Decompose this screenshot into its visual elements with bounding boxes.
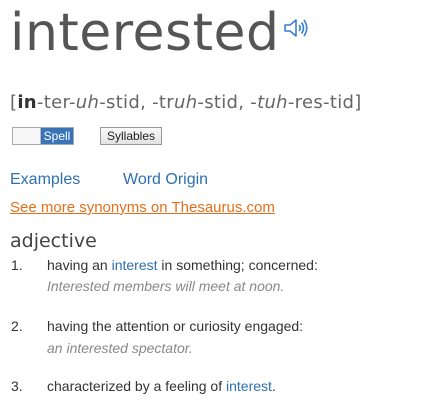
definition-text: having an interest in something; concern… (47, 257, 318, 273)
definition-number: 1. (11, 257, 23, 273)
definition-number: 2. (11, 318, 23, 334)
interest-link[interactable]: interest (226, 378, 272, 394)
definition-example: an interested spectator. (47, 340, 193, 356)
examples-link[interactable]: Examples (10, 171, 80, 189)
definition-text: having the attention or curiosity engage… (47, 318, 304, 334)
pronunciation: [in-ter-uh-stid, -truh-stid, -tuh-res-ti… (10, 92, 362, 113)
toggle-knob (13, 128, 41, 144)
spell-toggle-label: Spell (41, 128, 73, 144)
interest-link[interactable]: interest (112, 257, 158, 273)
syllables-button[interactable]: Syllables (100, 127, 162, 145)
headword: interested (10, 3, 280, 63)
word-origin-link[interactable]: Word Origin (123, 171, 208, 189)
definition-text: characterized by a feeling of interest. (47, 378, 276, 394)
thesaurus-synonyms-link[interactable]: See more synonyms on Thesaurus.com (10, 199, 275, 216)
part-of-speech: adjective (10, 230, 97, 252)
definition-example: Interested members will meet at noon. (47, 278, 285, 294)
spell-toggle[interactable]: Spell (12, 127, 74, 145)
definition-number: 3. (11, 378, 23, 394)
speaker-icon[interactable] (283, 16, 309, 40)
